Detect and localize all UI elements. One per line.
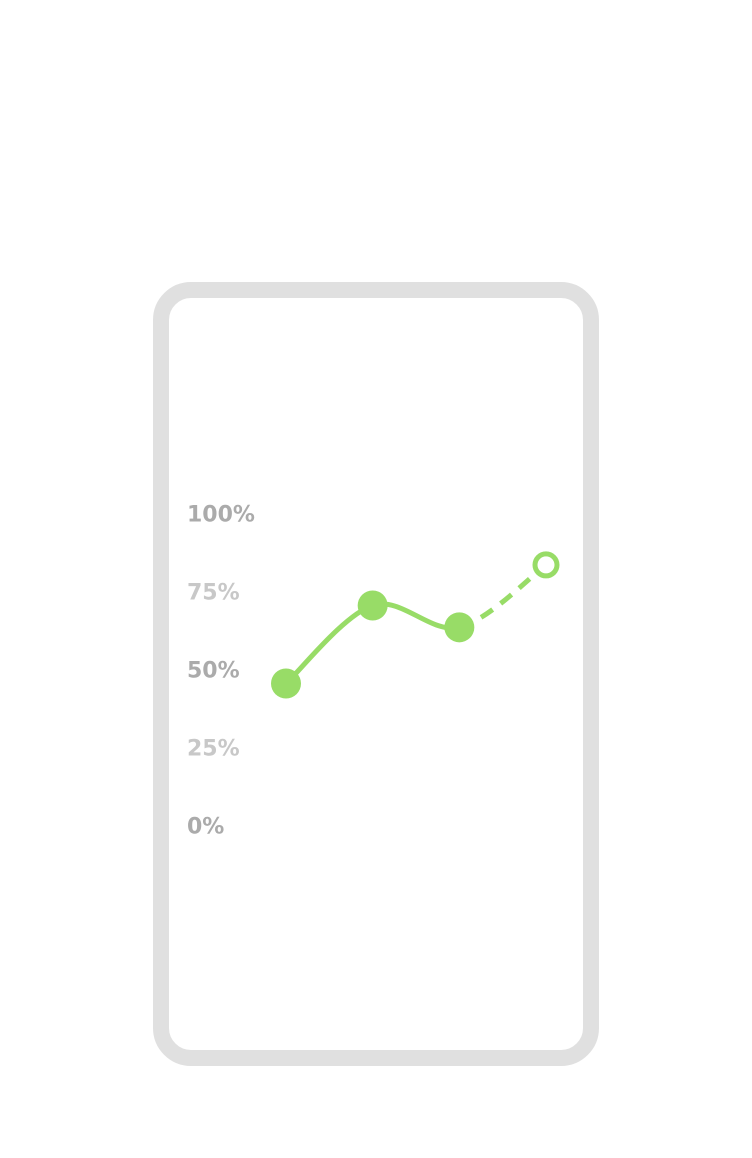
data-point [444, 612, 475, 643]
y-tick-label: 25% [187, 737, 240, 762]
series-line-projected [458, 562, 548, 630]
data-point [357, 590, 388, 621]
data-point [271, 668, 301, 699]
y-tick-label: 100% [187, 503, 255, 528]
series-points [271, 551, 560, 699]
series-lines [283, 562, 548, 686]
y-tick-label: 0% [187, 815, 224, 840]
y-tick-label: 50% [187, 659, 240, 684]
y-axis-ticks: 100% 75% 50% 25% 0% [187, 503, 255, 840]
projected-data-point [532, 551, 560, 579]
line-chart: 100% 75% 50% 25% 0% [187, 503, 560, 840]
y-tick-label: 75% [187, 581, 240, 606]
